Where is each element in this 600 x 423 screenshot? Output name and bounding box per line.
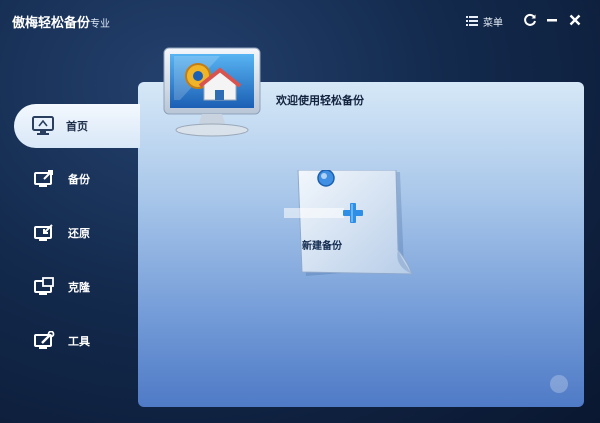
minimize-icon	[547, 19, 557, 22]
sidebar-item-clone[interactable]: 克隆	[16, 268, 138, 306]
backup-icon	[34, 170, 53, 187]
new-backup-label: 新建备份	[302, 241, 342, 252]
app-title: 傲梅轻松备份	[12, 16, 91, 31]
sidebar-item-backup[interactable]: 备份	[16, 160, 138, 198]
close-button[interactable]	[567, 12, 583, 28]
sidebar-item-label: 首页	[66, 120, 88, 133]
refresh-icon	[524, 13, 536, 26]
sidebar-item-label: 克隆	[68, 281, 90, 294]
sidebar-item-home[interactable]: 首页	[14, 104, 140, 148]
menu-label: 菜单	[483, 17, 503, 29]
edition-label: 专业	[90, 19, 110, 30]
sidebar-item-label: 工具	[68, 335, 90, 348]
app-window: 傲梅轻松备份 专业 菜单 欢迎使用轻松备份 首页 备份 还原 克隆 工具 新建备…	[0, 0, 600, 423]
home-monitor-icon	[32, 116, 54, 135]
sidebar-item-restore[interactable]: 还原	[16, 214, 138, 252]
monitor-logo-icon	[163, 47, 261, 137]
close-icon	[569, 14, 581, 26]
tools-icon	[34, 331, 55, 349]
feedback-icon[interactable]	[550, 375, 568, 393]
menu-button[interactable]: 菜单	[466, 12, 503, 30]
refresh-button[interactable]	[522, 12, 538, 28]
title-bar: 傲梅轻松备份 专业 菜单	[0, 0, 600, 40]
sidebar-item-tools[interactable]: 工具	[16, 322, 138, 360]
new-backup-card[interactable]	[260, 169, 414, 280]
sidebar-item-label: 备份	[68, 173, 90, 186]
restore-icon	[34, 224, 53, 241]
menu-icon	[466, 16, 478, 26]
sidebar-item-label: 还原	[68, 227, 90, 240]
plus-icon	[343, 203, 363, 223]
minimize-button[interactable]	[544, 12, 560, 28]
note-paper-icon	[260, 169, 413, 276]
welcome-title: 欢迎使用轻松备份	[276, 94, 364, 107]
clone-icon	[34, 277, 54, 295]
